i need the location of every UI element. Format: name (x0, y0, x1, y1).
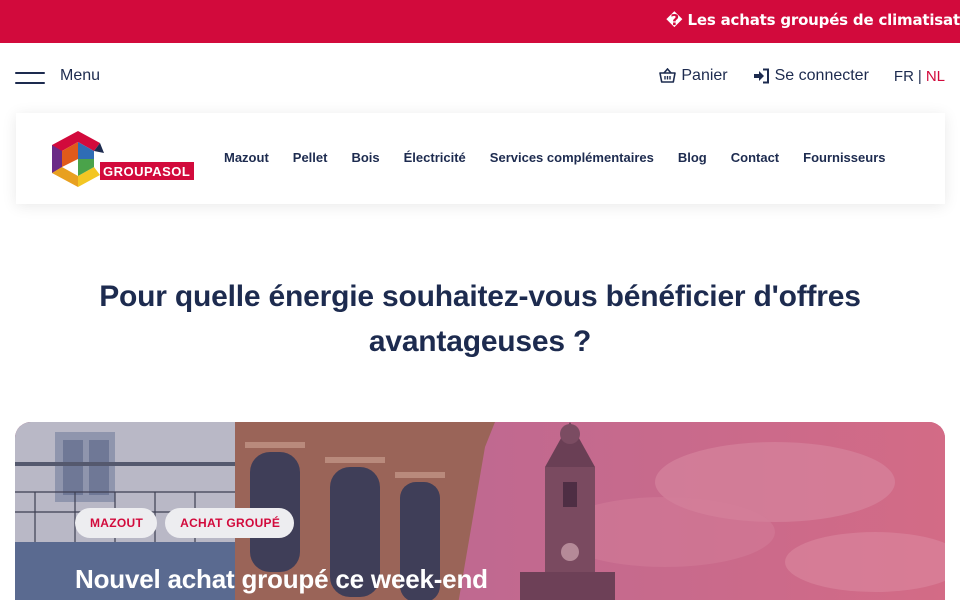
language-switcher: FR | NL (894, 68, 945, 85)
main-navbar: GROUPASOL Mazout Pellet Bois Électricité… (16, 113, 945, 204)
nav-item-contact[interactable]: Contact (731, 150, 779, 165)
logo-wordmark: GROUPASOL (100, 162, 195, 180)
nav-item-electricite[interactable]: Électricité (404, 150, 466, 165)
logo-mark-icon (52, 131, 104, 187)
cart-label: Panier (681, 67, 728, 84)
lang-fr[interactable]: FR (894, 68, 914, 85)
nav-item-blog[interactable]: Blog (678, 150, 707, 165)
promo-banner-text: � Les achats groupés de climatisatio (666, 11, 960, 29)
promo-banner[interactable]: � Les achats groupés de climatisatio (0, 0, 960, 43)
utility-bar: Menu Panier Se connecter FR | NL (0, 43, 960, 111)
nav-item-mazout[interactable]: Mazout (224, 150, 269, 165)
menu-label: Menu (60, 67, 101, 84)
headline-line-2: avantageuses ? (368, 325, 592, 358)
tag-mazout[interactable]: MAZOUT (75, 508, 158, 538)
login-label: Se connecter (774, 67, 869, 84)
nav-item-bois[interactable]: Bois (351, 150, 379, 165)
lang-nl[interactable]: NL (926, 68, 945, 85)
article-tags: MAZOUT ACHAT GROUPÉ (75, 508, 302, 538)
nav-item-fournisseurs[interactable]: Fournisseurs (803, 150, 885, 165)
featured-article-card[interactable]: MAZOUT ACHAT GROUPÉ Nouvel achat groupé … (15, 422, 945, 600)
login-link[interactable]: Se connecter (753, 67, 869, 85)
groupasol-logo[interactable]: GROUPASOL (48, 129, 195, 189)
sign-in-icon (753, 68, 769, 84)
cart-link[interactable]: Panier (659, 67, 728, 85)
tag-achat-groupe[interactable]: ACHAT GROUPÉ (165, 508, 295, 538)
menu-button[interactable]: Menu (15, 67, 100, 85)
lang-separator: | (917, 67, 922, 85)
headline-line-1: Pour quelle énergie souhaitez-vous bénéf… (99, 280, 861, 313)
nav-item-pellet[interactable]: Pellet (293, 150, 328, 165)
nav-item-services[interactable]: Services complémentaires (490, 150, 654, 165)
page-headline: Pour quelle énergie souhaitez-vous bénéf… (60, 274, 900, 364)
hamburger-icon (15, 69, 45, 84)
primary-nav: Mazout Pellet Bois Électricité Services … (224, 150, 885, 165)
basket-icon (659, 68, 677, 83)
article-title[interactable]: Nouvel achat groupé ce week-end (75, 564, 488, 595)
utility-links: Panier Se connecter FR | NL (659, 67, 945, 85)
